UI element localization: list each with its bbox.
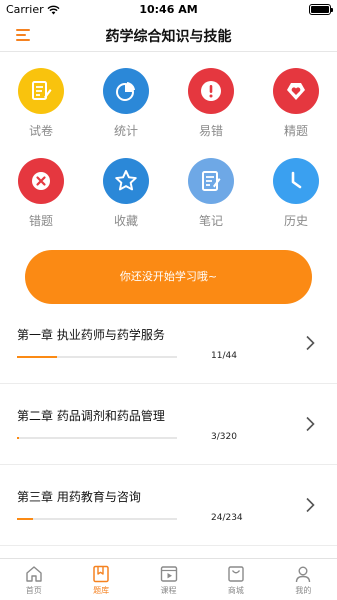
progress-track: [17, 356, 177, 358]
tab-question-bank[interactable]: 题库: [67, 559, 134, 600]
progress-fill: [17, 518, 34, 520]
progress-fill: [17, 437, 19, 439]
video-icon: [160, 566, 177, 582]
home-icon: [26, 566, 42, 582]
chapter-row[interactable]: 第三章 用药教育与咨询 24/234: [0, 466, 337, 546]
grid-item-featured[interactable]: 精题: [266, 68, 326, 139]
grid-label: 历史: [283, 214, 308, 228]
progress-count: 11/44: [211, 351, 237, 361]
chevron-right-icon: [306, 416, 315, 432]
grid-label: 笔记: [198, 214, 223, 228]
grid-item-favorites[interactable]: 收藏: [96, 158, 156, 229]
tab-bar: 首页 题库 课程 商城 我的: [0, 558, 337, 600]
status-time: 10:46 AM: [139, 3, 198, 16]
chapter-title: 第二章 药品调剂和药品管理: [17, 409, 165, 423]
pie-chart-icon: [103, 68, 149, 114]
grid-item-notes[interactable]: 笔记: [181, 158, 241, 229]
tab-label: 首页: [25, 586, 42, 595]
grid-item-history[interactable]: 历史: [266, 158, 326, 229]
exclamation-icon: [188, 68, 234, 114]
chevron-right-icon: [306, 335, 315, 351]
tab-label: 商城: [227, 586, 244, 595]
chapter-row[interactable]: 第一章 执业药师与药学服务 11/44: [0, 304, 337, 384]
nav-bar: 药学综合知识与技能: [0, 20, 337, 52]
chapter-title: 第三章 用药教育与咨询: [17, 490, 141, 504]
progress-count: 3/320: [211, 432, 237, 442]
tab-label: 题库: [93, 586, 110, 595]
start-learning-button[interactable]: 你还没开始学习哦~: [25, 250, 312, 304]
grid-item-stats[interactable]: 统计: [96, 68, 156, 139]
battery-icon: [309, 4, 333, 15]
exam-paper-icon: [18, 68, 64, 114]
tab-label: 我的: [295, 586, 312, 595]
grid-item-wrong[interactable]: 错题: [11, 158, 71, 229]
grid-item-exam[interactable]: 试卷: [11, 68, 71, 139]
progress-track: [17, 437, 177, 439]
star-icon: [103, 158, 149, 204]
notebook-icon: [188, 158, 234, 204]
diamond-heart-icon: [273, 68, 319, 114]
grid-label: 统计: [113, 124, 138, 138]
progress-count: 24/234: [211, 513, 243, 523]
progress-track: [17, 518, 177, 520]
status-bar: Carrier 10:46 AM: [0, 0, 337, 20]
tab-courses[interactable]: 课程: [135, 559, 202, 600]
grid-item-error-prone[interactable]: 易错: [181, 68, 241, 139]
chapter-row[interactable]: 第二章 药品调剂和药品管理 3/320: [0, 385, 337, 465]
profile-icon: [296, 566, 311, 583]
question-bank-icon: [93, 565, 109, 583]
tab-label: 课程: [160, 586, 177, 595]
grid-label: 易错: [198, 124, 223, 138]
tab-profile[interactable]: 我的: [270, 559, 337, 600]
grid-label: 错题: [28, 214, 53, 228]
x-circle-icon: [18, 158, 64, 204]
grid-label: 精题: [283, 124, 308, 138]
grid-label: 收藏: [113, 214, 138, 228]
clock-icon: [273, 158, 319, 204]
progress-fill: [17, 356, 57, 358]
tab-home[interactable]: 首页: [0, 559, 67, 600]
chevron-right-icon: [306, 497, 315, 513]
grid-label: 试卷: [28, 124, 53, 138]
shop-icon: [228, 566, 244, 582]
page-title: 药学综合知识与技能: [105, 29, 232, 45]
chapter-title: 第一章 执业药师与药学服务: [17, 328, 165, 342]
tab-shop[interactable]: 商城: [202, 559, 269, 600]
